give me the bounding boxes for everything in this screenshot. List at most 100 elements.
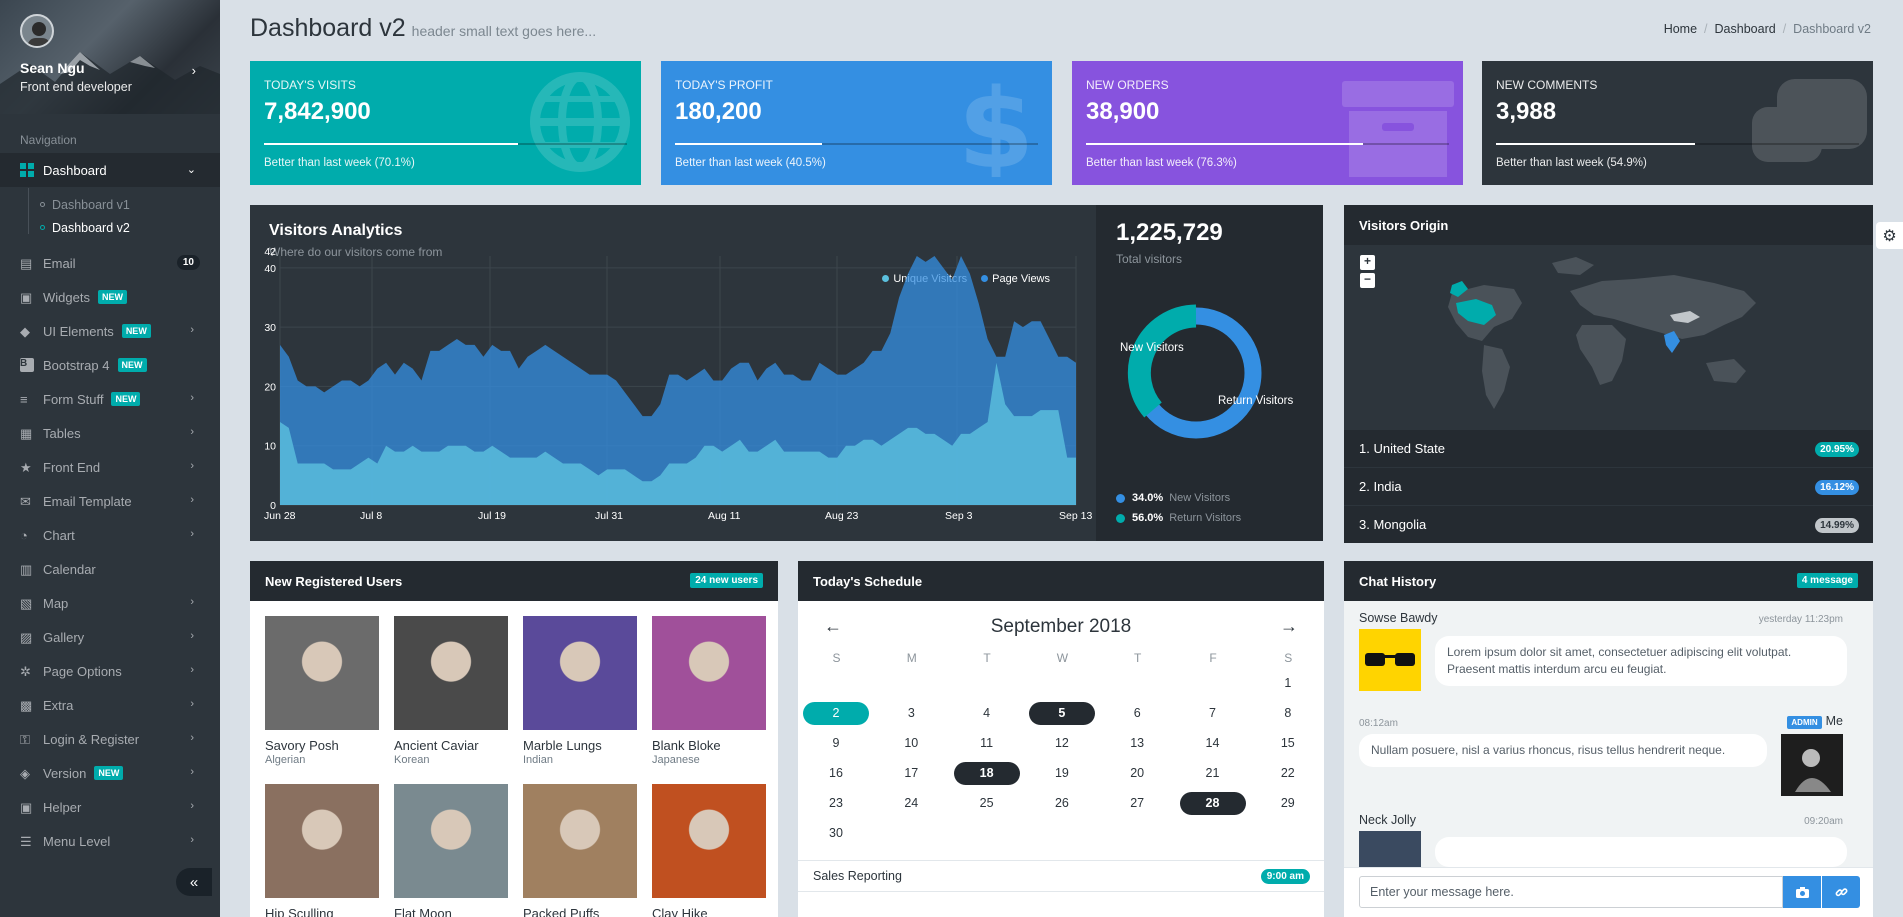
calendar-day[interactable]: 2	[803, 702, 869, 725]
calendar-day[interactable]: 30	[803, 822, 869, 845]
profile-role: Front end developer	[20, 80, 132, 94]
sidebar-item-dashboard[interactable]: Dashboard ⌄	[0, 153, 220, 187]
calendar-day[interactable]: 23	[803, 792, 869, 815]
sidebar-item-calendar[interactable]: ▥ Calendar	[0, 552, 220, 586]
calendar-day[interactable]: 22	[1255, 762, 1321, 785]
calendar-day[interactable]: 25	[954, 792, 1020, 815]
sidebar-subitem-dashboard-v1[interactable]: Dashboard v1	[0, 193, 220, 216]
sidebar-item-form-stuff[interactable]: ≡ Form Stuff NEW ›	[0, 382, 220, 416]
panel-heading: Today's Schedule	[798, 561, 1324, 601]
zoom-in-button[interactable]: +	[1360, 255, 1375, 270]
chevron-right-icon: ›	[190, 800, 194, 812]
sidebar-item-gallery[interactable]: ▨ Gallery ›	[0, 620, 220, 654]
user-card[interactable]: Packed Puffs	[523, 784, 637, 917]
sidebar-item-extra[interactable]: ▩ Extra ›	[0, 688, 220, 722]
chevron-right-icon: ›	[190, 766, 194, 778]
user-photo	[523, 784, 637, 898]
sidebar-item-email-template[interactable]: ✉ Email Template ›	[0, 484, 220, 518]
zoom-out-button[interactable]: −	[1360, 273, 1375, 288]
stat-desc: Better than last week (54.9%)	[1496, 157, 1647, 169]
sidebar-item-label: Map	[43, 595, 69, 611]
gem-icon: ◆	[20, 324, 30, 339]
user-card[interactable]: Ancient Caviar Korean	[394, 616, 508, 766]
list-icon: ≡	[20, 392, 28, 407]
calendar-day[interactable]: 27	[1104, 792, 1170, 815]
calendar-day[interactable]: 16	[803, 762, 869, 785]
sidebar-item-tables[interactable]: ▦ Tables ›	[0, 416, 220, 450]
country-percent-badge: 14.99%	[1815, 518, 1859, 533]
user-card[interactable]: Clay Hike	[652, 784, 766, 917]
sidebar-item-page-options[interactable]: ✲ Page Options ›	[0, 654, 220, 688]
sidebar-subitem-dashboard-v2[interactable]: Dashboard v2	[0, 216, 220, 239]
stat-progress	[1086, 143, 1449, 145]
sidebar-item-menu-level[interactable]: ☰ Menu Level ›	[0, 824, 220, 858]
user-card[interactable]: Blank Bloke Japanese	[652, 616, 766, 766]
user-card[interactable]: Hip Sculling	[265, 784, 379, 917]
x-tick-label: Jun 28	[264, 510, 296, 522]
calendar-day[interactable]: 14	[1180, 732, 1246, 755]
calendar-day[interactable]: 18	[953, 762, 1020, 785]
calendar-day[interactable]: 8	[1255, 702, 1321, 725]
calendar-day[interactable]: 24	[878, 792, 944, 815]
calendar-day[interactable]: 29	[1255, 792, 1321, 815]
attach-link-button[interactable]	[1822, 876, 1860, 908]
sidebar-item-widgets[interactable]: ▣ Widgets NEW	[0, 280, 220, 314]
calendar-day[interactable]: 15	[1255, 732, 1321, 755]
calendar-day[interactable]: 4	[954, 702, 1020, 725]
calendar-day[interactable]: 20	[1104, 762, 1170, 785]
calendar-day[interactable]: 5	[1028, 702, 1095, 725]
user-card[interactable]: Savory Posh Algerian	[265, 616, 379, 766]
menu-icon: ☰	[20, 834, 32, 849]
calendar-day[interactable]: 3	[878, 702, 944, 725]
breadcrumb-home[interactable]: Home	[1664, 22, 1697, 36]
user-card[interactable]: Marble Lungs Indian	[523, 616, 637, 766]
calendar-day[interactable]: 28	[1179, 792, 1246, 815]
sidebar-item-login-register[interactable]: ⚿ Login & Register ›	[0, 722, 220, 756]
user-photo	[394, 616, 508, 730]
sidebar-item-email[interactable]: ▤ Email 10	[0, 246, 220, 280]
camera-button[interactable]	[1783, 876, 1821, 908]
calendar-day[interactable]: 1	[1255, 672, 1321, 695]
calendar-day[interactable]: 6	[1104, 702, 1170, 725]
calendar-day[interactable]: 12	[1029, 732, 1095, 755]
sidebar-item-ui-elements[interactable]: ◆ UI Elements NEW ›	[0, 314, 220, 348]
user-name: Hip Sculling	[265, 906, 334, 917]
calendar-day[interactable]: 13	[1104, 732, 1170, 755]
sidebar-item-helper[interactable]: ▣ Helper ›	[0, 790, 220, 824]
user-name: Packed Puffs	[523, 906, 600, 917]
calendar-day[interactable]: 9	[803, 732, 869, 755]
page-title: Dashboard v2 header small text goes here.…	[250, 14, 596, 43]
stat-value: 180,200	[675, 98, 762, 125]
sidebar-profile[interactable]: Sean Ngu Front end developer ›	[0, 0, 220, 114]
schedule-event[interactable]	[798, 891, 1324, 917]
chevron-right-icon: ›	[190, 528, 194, 540]
calendar-day[interactable]: 7	[1180, 702, 1246, 725]
sidebar-item-label: Bootstrap 4	[43, 357, 110, 373]
user-country: Algerian	[265, 754, 306, 766]
next-month-button[interactable]: →	[1280, 616, 1298, 637]
schedule-event[interactable]: Sales Reporting 9:00 am	[798, 860, 1324, 890]
user-card[interactable]: Flat Moon	[394, 784, 508, 917]
sidebar-minify-button[interactable]: «	[176, 868, 212, 896]
theme-settings-button[interactable]: ⚙	[1876, 222, 1903, 249]
calendar-day[interactable]: 19	[1029, 762, 1095, 785]
panel-heading: Chat History 4 message	[1344, 561, 1873, 601]
calendar-day[interactable]: 26	[1029, 792, 1095, 815]
breadcrumb: Home / Dashboard / Dashboard v2	[1664, 22, 1871, 36]
sidebar-item-version[interactable]: ◈ Version NEW ›	[0, 756, 220, 790]
calendar-day[interactable]: 10	[878, 732, 944, 755]
sidebar-item-front-end[interactable]: ★ Front End ›	[0, 450, 220, 484]
sidebar-item-map[interactable]: ▧ Map ›	[0, 586, 220, 620]
chat-sender-name: Me	[1825, 714, 1843, 728]
bootstrap-icon: B	[20, 358, 34, 372]
calendar-day[interactable]: 21	[1180, 762, 1246, 785]
breadcrumb-dashboard[interactable]: Dashboard	[1715, 22, 1776, 36]
calendar-day[interactable]: 17	[878, 762, 944, 785]
world-map[interactable]: + −	[1344, 245, 1873, 429]
calendar-day[interactable]: 11	[954, 732, 1020, 755]
chat-message-input[interactable]	[1359, 876, 1783, 908]
sidebar-item-chart[interactable]: ◔ Chart ›	[0, 518, 220, 552]
sidebar: Sean Ngu Front end developer › Navigatio…	[0, 0, 220, 917]
sidebar-item-bootstrap-4[interactable]: B Bootstrap 4 NEW	[0, 348, 220, 382]
schedule-panel: Today's Schedule ← September 2018 → SMTW…	[798, 561, 1324, 917]
